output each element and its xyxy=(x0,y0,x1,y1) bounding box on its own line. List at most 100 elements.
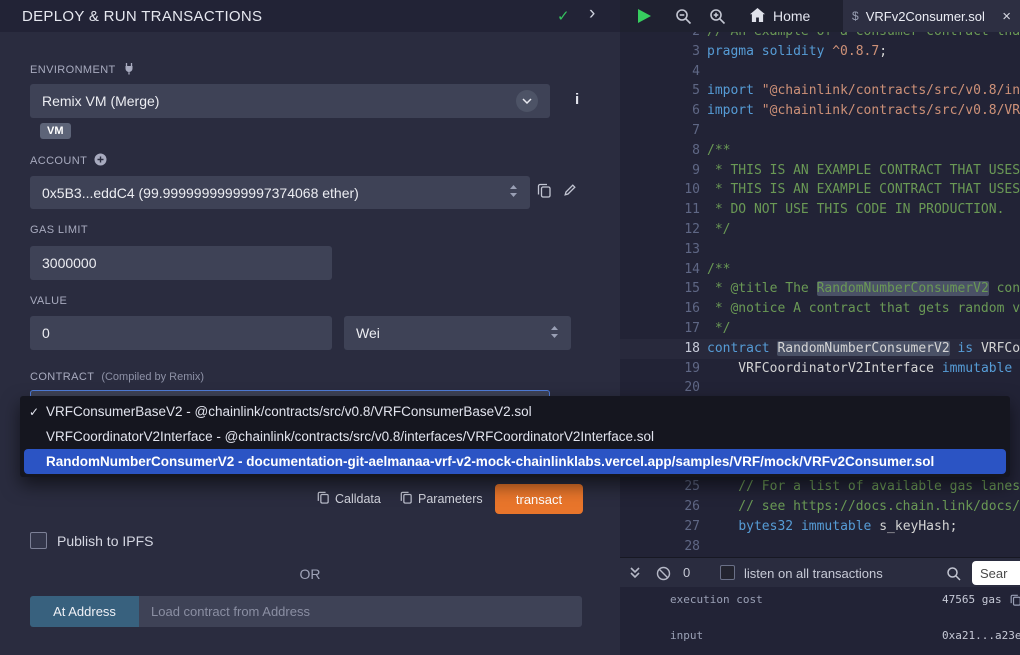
tab-vrfv2consumer[interactable]: $ VRFv2Consumer.sol × xyxy=(843,0,1020,32)
environment-label: ENVIRONMENT xyxy=(30,62,135,78)
line-number: 13 xyxy=(620,240,700,260)
line-number: 26 xyxy=(620,497,700,517)
line-number: 28 xyxy=(620,537,700,557)
zoom-in-icon[interactable] xyxy=(709,8,726,30)
code-line: 18contract RandomNumberConsumerV2 is VRF… xyxy=(620,339,1020,359)
listen-all-label: listen on all transactions xyxy=(744,566,883,581)
play-icon[interactable] xyxy=(638,9,651,23)
deploy-run-panel: DEPLOY & RUN TRANSACTIONS ✓ › ENVIRONMEN… xyxy=(0,0,620,655)
environment-select[interactable]: Remix VM (Merge) xyxy=(30,84,550,118)
environment-info-icon[interactable]: i xyxy=(575,91,579,108)
code-line: 8/** xyxy=(620,141,1020,161)
close-tab-icon[interactable]: × xyxy=(1002,9,1011,24)
code-line: 17 */ xyxy=(620,319,1020,339)
search-icon xyxy=(946,566,961,586)
line-number: 2 xyxy=(620,32,700,42)
contract-dropdown-item[interactable]: RandomNumberConsumerV2 - documentation-g… xyxy=(24,449,1006,474)
line-number: 14 xyxy=(620,260,700,280)
contract-option-label: RandomNumberConsumerV2 - documentation-g… xyxy=(46,454,934,469)
code-line: 2// An example of a consumer contract th… xyxy=(620,32,1020,42)
updown-caret-icon xyxy=(509,184,518,201)
line-number: 3 xyxy=(620,42,700,62)
line-number: 11 xyxy=(620,200,700,220)
editor-topbar: Home $ VRFv2Consumer.sol × xyxy=(620,0,1020,32)
line-number: 10 xyxy=(620,180,700,200)
zoom-out-icon[interactable] xyxy=(675,8,692,30)
code-line: 28 xyxy=(620,537,1020,557)
calldata-button[interactable]: Calldata xyxy=(317,491,381,507)
line-number: 7 xyxy=(620,121,700,141)
code-line: 25 // For a list of available gas lanes … xyxy=(620,477,1020,497)
account-label: ACCOUNT xyxy=(30,153,107,169)
gas-limit-input[interactable] xyxy=(30,246,332,280)
environment-value: Remix VM (Merge) xyxy=(42,93,159,109)
code-editor[interactable]: 2// An example of a consumer contract th… xyxy=(620,32,1020,557)
add-account-icon[interactable] xyxy=(94,153,107,169)
line-number: 12 xyxy=(620,220,700,240)
copy-account-icon[interactable] xyxy=(537,183,551,203)
account-select[interactable]: 0x5B3...eddC4 (99.99999999999997374068 e… xyxy=(30,176,530,209)
code-line: 4 xyxy=(620,62,1020,82)
code-line: 16 * @notice A contract that gets random… xyxy=(620,299,1020,319)
plug-icon xyxy=(123,62,135,78)
line-number: 4 xyxy=(620,62,700,82)
updown-caret-icon xyxy=(550,325,559,342)
transact-button[interactable]: transact xyxy=(495,484,583,514)
edit-account-icon[interactable] xyxy=(563,183,577,202)
parameters-button[interactable]: Parameters xyxy=(400,491,483,507)
tab-home[interactable]: Home xyxy=(738,0,822,32)
value-unit-select[interactable]: Wei xyxy=(344,316,571,350)
publish-ipfs-label: Publish to IPFS xyxy=(57,533,154,549)
vm-badge: VM xyxy=(40,123,71,139)
block-transactions-icon[interactable] xyxy=(656,566,671,586)
home-icon xyxy=(750,8,765,25)
code-line: 27 bytes32 immutable s_keyHash; xyxy=(620,517,1020,537)
line-number: 18 xyxy=(620,339,700,359)
contract-label: CONTRACT (Compiled by Remix) xyxy=(30,371,204,383)
terminal-log: execution cost47565 gas input0xa21...a23e xyxy=(620,587,1020,655)
code-line: 12 */ xyxy=(620,220,1020,240)
gas-limit-label: GAS LIMIT xyxy=(30,224,88,236)
pending-tx-count: 0 xyxy=(683,565,690,580)
code-line: 10 * THIS IS AN EXAMPLE CONTRACT THAT US… xyxy=(620,180,1020,200)
at-address-button[interactable]: At Address xyxy=(30,596,139,627)
code-line: 11 * DO NOT USE THIS CODE IN PRODUCTION. xyxy=(620,200,1020,220)
terminal-search-input[interactable] xyxy=(972,561,1020,585)
terminal-bar: 0 listen on all transactions xyxy=(620,557,1020,587)
remix-ide: DEPLOY & RUN TRANSACTIONS ✓ › ENVIRONMEN… xyxy=(0,0,1020,655)
copy-icon[interactable] xyxy=(1010,594,1020,606)
contract-dropdown-item[interactable]: VRFCoordinatorV2Interface - @chainlink/c… xyxy=(20,424,1010,449)
code-line: 3pragma solidity ^0.8.7; xyxy=(620,42,1020,62)
selected-check-icon: ✓ xyxy=(29,405,39,419)
panel-title: DEPLOY & RUN TRANSACTIONS xyxy=(22,8,262,25)
value-unit: Wei xyxy=(356,325,380,341)
chevron-right-icon[interactable]: › xyxy=(589,3,595,25)
code-line: 7 xyxy=(620,121,1020,141)
publish-ipfs-checkbox[interactable] xyxy=(30,532,47,549)
collapse-terminal-icon[interactable] xyxy=(628,566,642,585)
line-number: 27 xyxy=(620,517,700,537)
parameters-icon xyxy=(400,491,412,507)
tab-file-label: VRFv2Consumer.sol xyxy=(866,9,985,24)
contract-option-label: VRFCoordinatorV2Interface - @chainlink/c… xyxy=(46,429,654,444)
value-input[interactable] xyxy=(30,316,332,350)
listen-all-checkbox[interactable] xyxy=(720,565,735,580)
code-line: 26 // see https://docs.chain.link/docs/v… xyxy=(620,497,1020,517)
status-check-icon: ✓ xyxy=(557,7,570,25)
line-number: 5 xyxy=(620,81,700,101)
contract-dropdown-item[interactable]: ✓ VRFConsumerBaseV2 - @chainlink/contract… xyxy=(20,399,1010,424)
contract-option-label: VRFConsumerBaseV2 - @chainlink/contracts… xyxy=(46,404,532,419)
value-label: VALUE xyxy=(30,295,67,307)
solidity-file-icon: $ xyxy=(852,9,859,23)
line-number: 19 xyxy=(620,359,700,379)
line-number: 25 xyxy=(620,477,700,497)
caret-down-icon xyxy=(516,90,538,112)
terminal-row: input0xa21...a23e xyxy=(670,629,1020,642)
at-address-input[interactable] xyxy=(139,596,582,627)
calldata-icon xyxy=(317,491,329,507)
terminal-row: execution cost47565 gas xyxy=(670,593,1020,606)
panel-header: DEPLOY & RUN TRANSACTIONS xyxy=(0,0,620,32)
line-number: 15 xyxy=(620,279,700,299)
code-line: 13 xyxy=(620,240,1020,260)
line-number: 9 xyxy=(620,161,700,181)
